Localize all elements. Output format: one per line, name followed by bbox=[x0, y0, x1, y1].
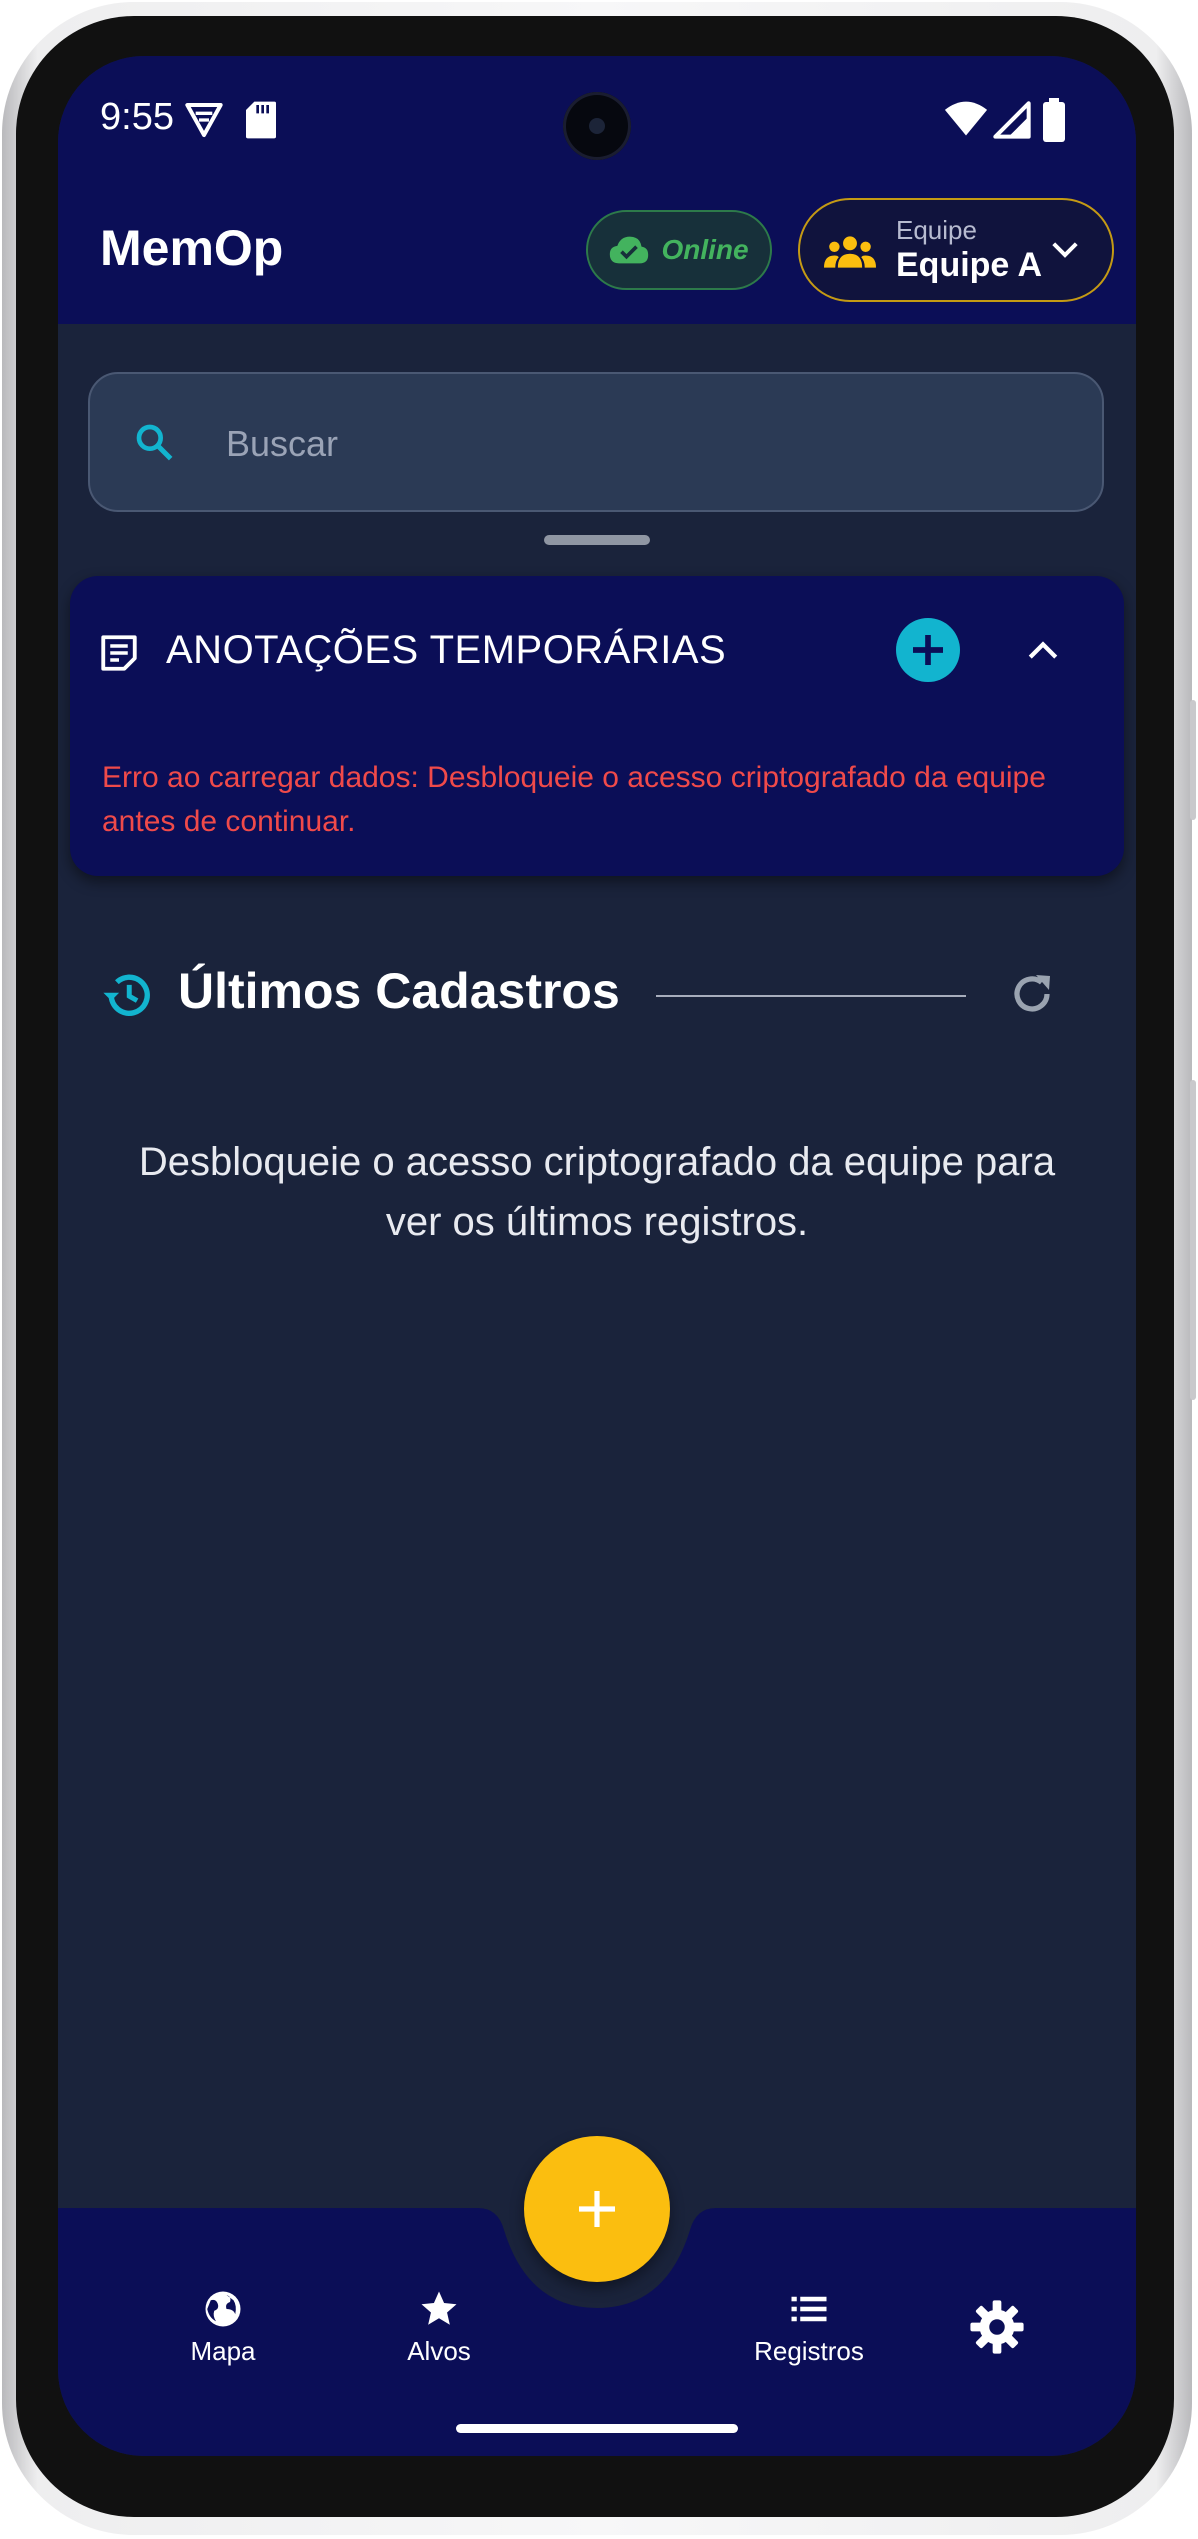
cloud-done-icon bbox=[610, 236, 649, 264]
wifi-icon bbox=[944, 101, 988, 136]
nav-item-alvos[interactable]: Alvos bbox=[374, 2288, 504, 2367]
plus-icon bbox=[579, 2191, 615, 2227]
section-divider bbox=[656, 995, 966, 997]
recent-section-title: Últimos Cadastros bbox=[178, 963, 620, 1019]
chevron-down-icon bbox=[1052, 242, 1078, 258]
drag-handle[interactable] bbox=[544, 535, 650, 545]
add-note-button[interactable] bbox=[896, 618, 960, 682]
battery-icon bbox=[1043, 98, 1065, 142]
status-time: 9:55 bbox=[100, 96, 174, 138]
volume-button bbox=[1190, 700, 1196, 820]
connection-status-label: Online bbox=[661, 234, 749, 265]
list-icon bbox=[791, 2296, 827, 2322]
team-selector[interactable]: Equipe Equipe A bbox=[798, 198, 1114, 302]
connection-status-badge[interactable]: Online bbox=[586, 210, 772, 290]
home-indicator[interactable] bbox=[456, 2424, 738, 2433]
star-icon bbox=[421, 2291, 457, 2325]
sd-card-icon bbox=[246, 101, 276, 139]
team-caption: Equipe bbox=[896, 215, 977, 245]
history-icon bbox=[103, 974, 150, 1016]
team-name: Equipe A bbox=[896, 246, 1043, 284]
group-icon bbox=[824, 236, 876, 268]
nav-item-mapa[interactable]: Mapa bbox=[158, 2288, 288, 2367]
gear-icon[interactable] bbox=[968, 2298, 1026, 2356]
vpn-icon bbox=[185, 103, 223, 137]
app-header: 9:55 MemOp Online Equipe Equipe A bbox=[58, 56, 1136, 324]
temporary-notes-card: ANOTAÇÕES TEMPORÁRIAS Erro ao carregar d… bbox=[70, 576, 1124, 876]
plus-icon bbox=[913, 635, 943, 665]
search-input[interactable] bbox=[224, 408, 1068, 480]
front-camera bbox=[563, 92, 631, 160]
search-icon bbox=[136, 424, 173, 461]
nav-label-registros: Registros bbox=[754, 2336, 864, 2366]
add-record-fab[interactable] bbox=[524, 2136, 670, 2282]
power-button bbox=[1190, 1080, 1196, 1400]
chevron-up-icon[interactable] bbox=[1026, 638, 1060, 662]
refresh-icon[interactable] bbox=[1008, 970, 1056, 1018]
notes-error-message: Erro ao carregar dados: Desbloqueie o ac… bbox=[102, 761, 1046, 838]
app-title: MemOp bbox=[100, 220, 284, 276]
notes-icon bbox=[101, 635, 137, 671]
notes-section-title: ANOTAÇÕES TEMPORÁRIAS bbox=[166, 628, 727, 672]
recent-empty-message: Desbloqueie o acesso criptografado da eq… bbox=[138, 1140, 1056, 1244]
nav-label-mapa: Mapa bbox=[190, 2336, 256, 2366]
signal-icon bbox=[993, 101, 1031, 139]
screen: 9:55 MemOp Online Equipe Equipe A Buscar… bbox=[58, 56, 1136, 2456]
nav-label-alvos: Alvos bbox=[407, 2336, 471, 2366]
search-bar[interactable] bbox=[88, 372, 1104, 512]
globe-icon bbox=[205, 2291, 241, 2327]
nav-item-registros[interactable]: Registros bbox=[724, 2288, 894, 2367]
